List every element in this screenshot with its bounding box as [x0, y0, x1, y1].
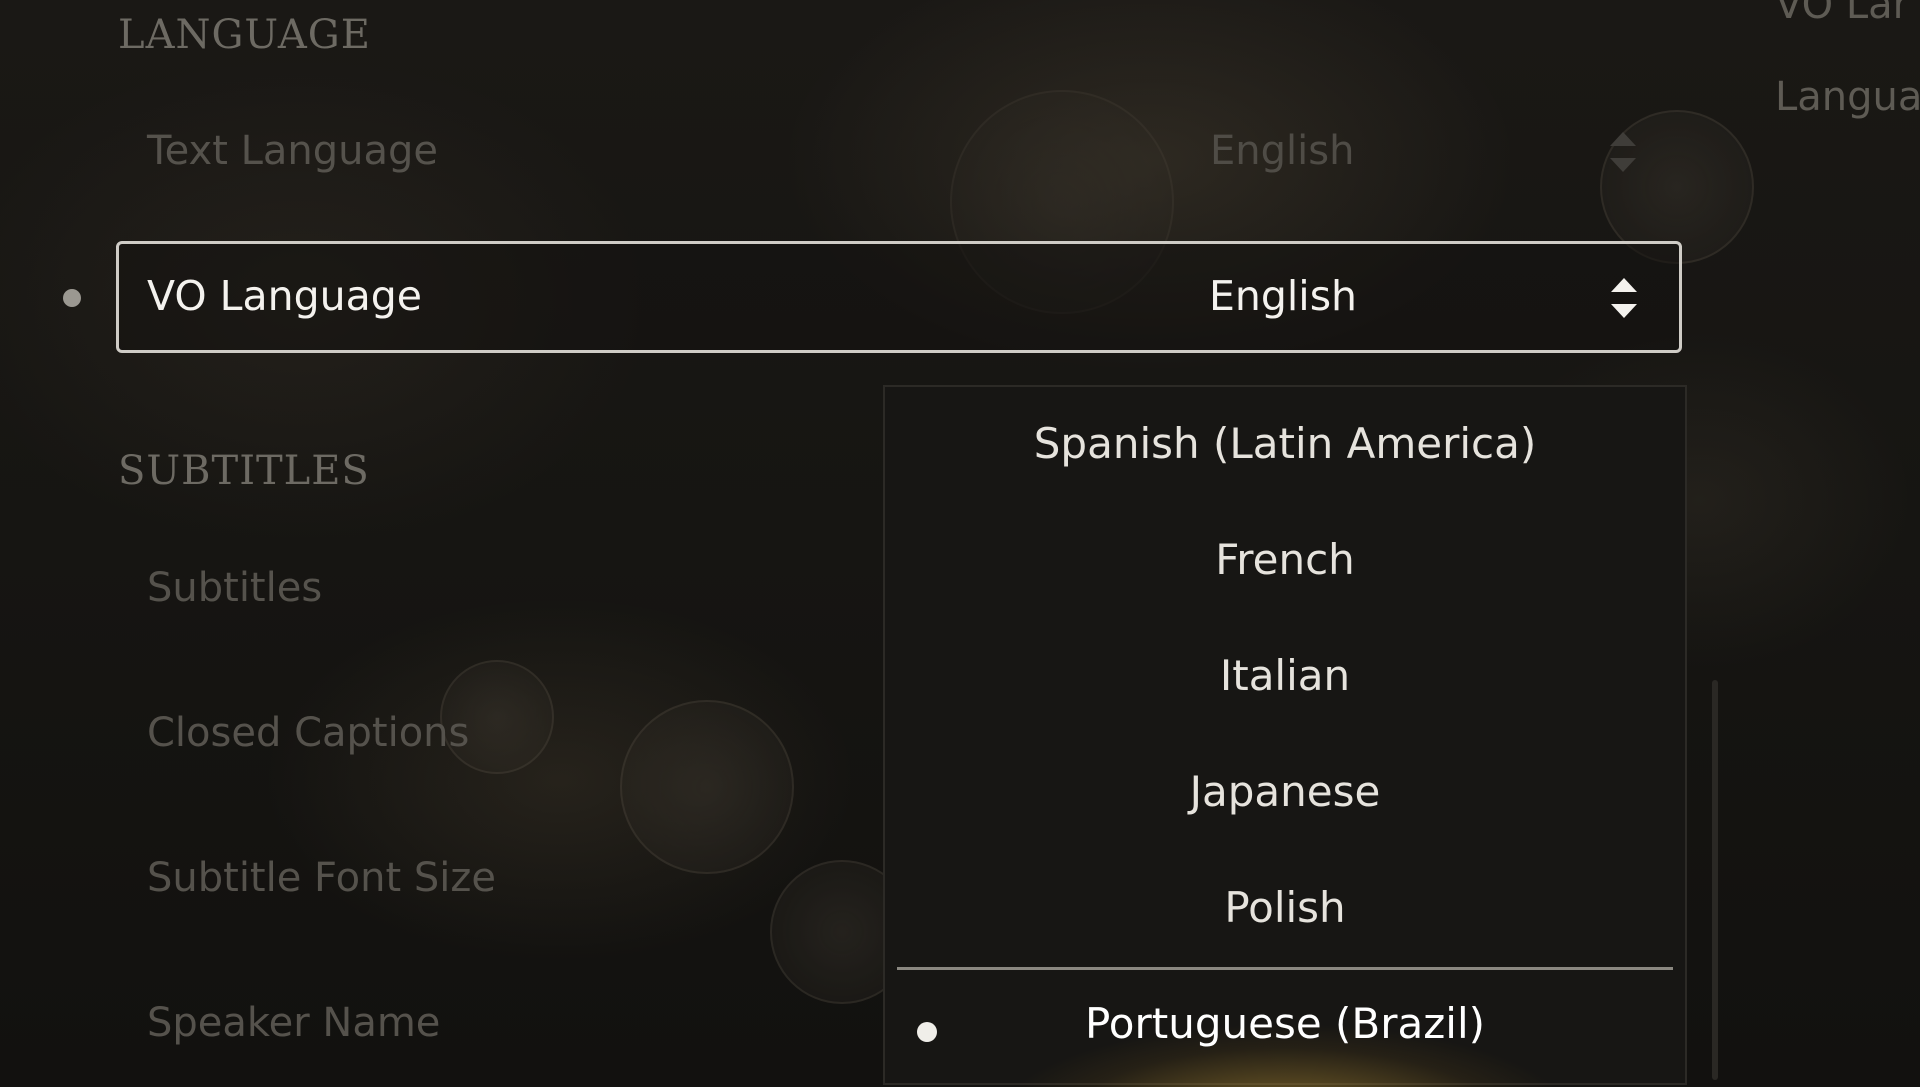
dropdown-option[interactable]: Spanish (Latin America)	[885, 419, 1685, 468]
text-language-value: English	[1210, 128, 1355, 174]
vo-language-dropdown: Spanish (Latin America) French Italian J…	[883, 385, 1687, 1087]
dropdown-option[interactable]: Italian	[885, 651, 1685, 700]
up-down-arrows-icon[interactable]	[1609, 276, 1639, 320]
section-header-language: LANGUAGE	[118, 12, 371, 58]
focus-indicator-dot	[63, 289, 81, 307]
text-language-label[interactable]: Text Language	[147, 128, 438, 174]
speaker-name-label[interactable]: Speaker Name	[147, 1000, 440, 1046]
dropdown-option[interactable]: Polish	[885, 883, 1685, 932]
dropdown-option-selected[interactable]: Portuguese (Brazil)	[885, 999, 1685, 1048]
side-panel-text: Langua	[1775, 74, 1920, 120]
dropdown-option[interactable]: Japanese	[885, 767, 1685, 816]
section-header-subtitles: SUBTITLES	[118, 448, 370, 494]
vo-language-value: English	[1209, 272, 1358, 320]
decorative-seal	[620, 700, 794, 874]
dropdown-option[interactable]: French	[885, 535, 1685, 584]
side-panel-title: VO Lar	[1775, 0, 1910, 28]
subtitles-label[interactable]: Subtitles	[147, 565, 322, 611]
vo-language-label: VO Language	[147, 272, 422, 320]
vo-language-selector[interactable]: VO Language English	[116, 241, 1682, 353]
closed-captions-label[interactable]: Closed Captions	[147, 710, 469, 756]
subtitle-font-size-label[interactable]: Subtitle Font Size	[147, 855, 496, 901]
scrollbar[interactable]	[1712, 680, 1718, 1080]
text-language-arrows-icon	[1610, 132, 1636, 172]
